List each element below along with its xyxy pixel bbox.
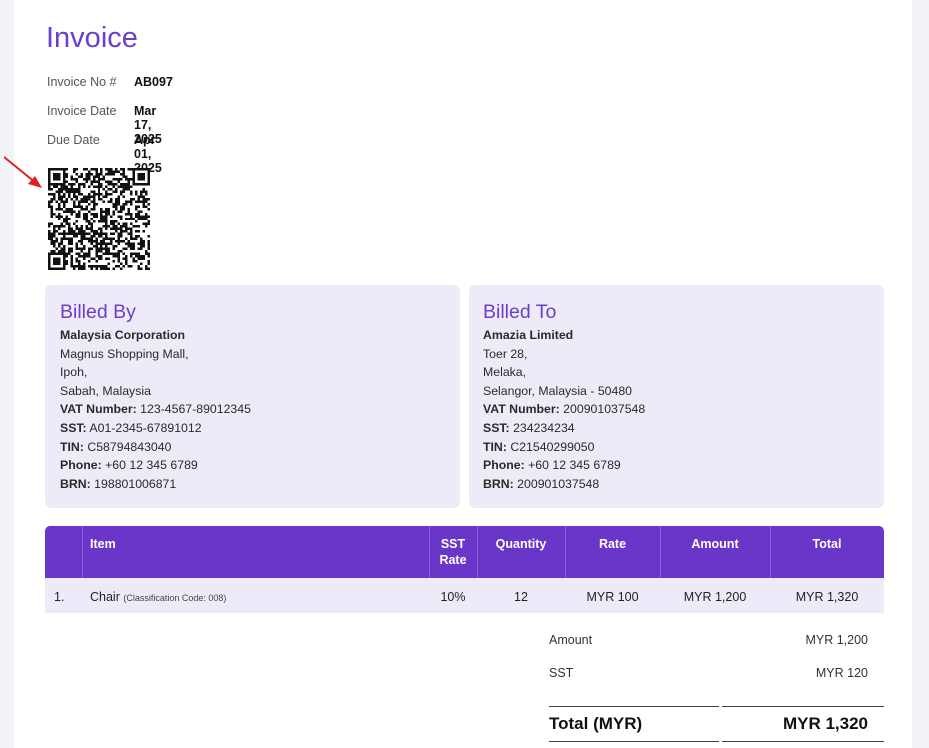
- header-sst-rate: SST Rate: [429, 536, 477, 568]
- tin-label: TIN:: [60, 439, 84, 454]
- table-row: 1. Chair (Classification Code: 008) 10% …: [45, 578, 884, 613]
- tin-value: C21540299050: [510, 439, 595, 454]
- invoice-number-row: Invoice No # AB097: [47, 75, 173, 89]
- brn-label: BRN:: [483, 476, 514, 491]
- summary-divider: [722, 741, 884, 742]
- billed-by-phone: Phone: +60 12 345 6789: [60, 456, 460, 475]
- billed-to-tin: TIN: C21540299050: [483, 438, 884, 457]
- header-sst-rate-line1: SST: [440, 537, 466, 551]
- header-rate: Rate: [598, 537, 627, 551]
- summary-divider: [549, 741, 719, 742]
- brn-value: 198801006871: [94, 476, 177, 491]
- billed-by-sst: SST: A01-2345-67891012: [60, 419, 460, 438]
- phone-label: Phone:: [483, 458, 525, 473]
- invoice-date-label: Invoice Date: [47, 104, 117, 118]
- items-table-header: Item SST Rate Quantity Rate Amount Total: [45, 526, 884, 578]
- total-label: Total (MYR): [549, 714, 643, 733]
- row-amount: MYR 1,200: [683, 590, 747, 604]
- due-date-label: Due Date: [47, 133, 100, 147]
- billed-by-tin: TIN: C58794843040: [60, 438, 460, 457]
- summary-divider: [549, 706, 719, 707]
- row-total: MYR 1,320: [795, 590, 859, 604]
- vat-label: VAT Number:: [483, 402, 560, 417]
- billed-to-heading: Billed To: [483, 301, 557, 323]
- header-amount: Amount: [691, 537, 739, 551]
- summary-amount: MYR 1,200: [805, 633, 868, 647]
- billed-by-heading: Billed By: [60, 301, 136, 323]
- summary-sst: MYR 120: [815, 666, 868, 680]
- billed-by-brn: BRN: 198801006871: [60, 475, 460, 494]
- vat-value: 200901037548: [563, 402, 646, 417]
- billed-by-address-line: Ipoh,: [60, 365, 88, 380]
- invoice-page: Invoice Invoice No # AB097 Invoice Date …: [4, 0, 912, 748]
- billed-to-sst: SST: 234234234: [483, 419, 884, 438]
- billed-to-phone: Phone: +60 12 345 6789: [483, 456, 884, 475]
- row-item: Chair (Classification Code: 008): [90, 590, 226, 604]
- row-index: 1.: [54, 590, 65, 604]
- sst-value: A01-2345-67891012: [89, 420, 202, 435]
- tin-label: TIN:: [483, 439, 507, 454]
- header-sst-rate-line2: Rate: [439, 553, 467, 567]
- summary-divider: [722, 706, 884, 707]
- billed-to-vat: VAT Number: 200901037548: [483, 400, 884, 419]
- billed-by-address-line: Magnus Shopping Mall,: [60, 346, 189, 361]
- vat-label: VAT Number:: [60, 402, 137, 417]
- billed-to-name: Amazia Limited: [483, 328, 574, 342]
- row-rate: MYR 100: [586, 590, 639, 604]
- billed-by-card: Billed By Malaysia Corporation Magnus Sh…: [45, 285, 460, 508]
- billed-to-card: Billed To Amazia Limited Toer 28, Melaka…: [469, 285, 884, 508]
- due-date-row: Due Date Apr 01, 2025: [47, 133, 162, 175]
- billed-to-address-line: Toer 28,: [483, 346, 528, 361]
- header-item: Item: [90, 537, 116, 551]
- sst-label: SST:: [483, 420, 510, 435]
- summary-sst-label: SST: [549, 666, 574, 680]
- phone-label: Phone:: [60, 458, 102, 473]
- billed-by-address-line: Sabah, Malaysia: [60, 383, 151, 398]
- brn-value: 200901037548: [517, 476, 600, 491]
- tin-value: C58794843040: [87, 439, 172, 454]
- sst-value: 234234234: [513, 420, 575, 435]
- sst-label: SST:: [60, 420, 87, 435]
- invoice-number-label: Invoice No #: [47, 75, 117, 89]
- vat-value: 123-4567-89012345: [140, 402, 251, 417]
- billed-to-address-line: Melaka,: [483, 365, 527, 380]
- billed-by-name: Malaysia Corporation: [60, 328, 186, 342]
- row-item-name: Chair: [90, 590, 120, 604]
- summary-amount-label: Amount: [549, 633, 593, 647]
- row-sst-rate: 10%: [440, 590, 466, 604]
- billed-to-brn: BRN: 200901037548: [483, 475, 884, 494]
- total-value: MYR 1,320: [782, 714, 868, 733]
- billed-by-vat: VAT Number: 123-4567-89012345: [60, 400, 460, 419]
- row-quantity: 12: [514, 590, 528, 604]
- header-quantity: Quantity: [495, 537, 547, 551]
- invoice-title: Invoice: [46, 22, 138, 54]
- qr-code-icon: [48, 168, 150, 270]
- red-arrow-icon: [4, 156, 42, 188]
- phone-value: +60 12 345 6789: [528, 458, 621, 473]
- row-classification: (Classification Code: 008): [123, 593, 227, 603]
- billed-to-address-line: Selangor, Malaysia - 50480: [483, 383, 633, 398]
- brn-label: BRN:: [60, 476, 91, 491]
- header-total: Total: [812, 537, 842, 551]
- invoice-date-row: Invoice Date Mar 17, 2025: [47, 104, 162, 146]
- invoice-number: AB097: [134, 75, 173, 89]
- phone-value: +60 12 345 6789: [105, 458, 198, 473]
